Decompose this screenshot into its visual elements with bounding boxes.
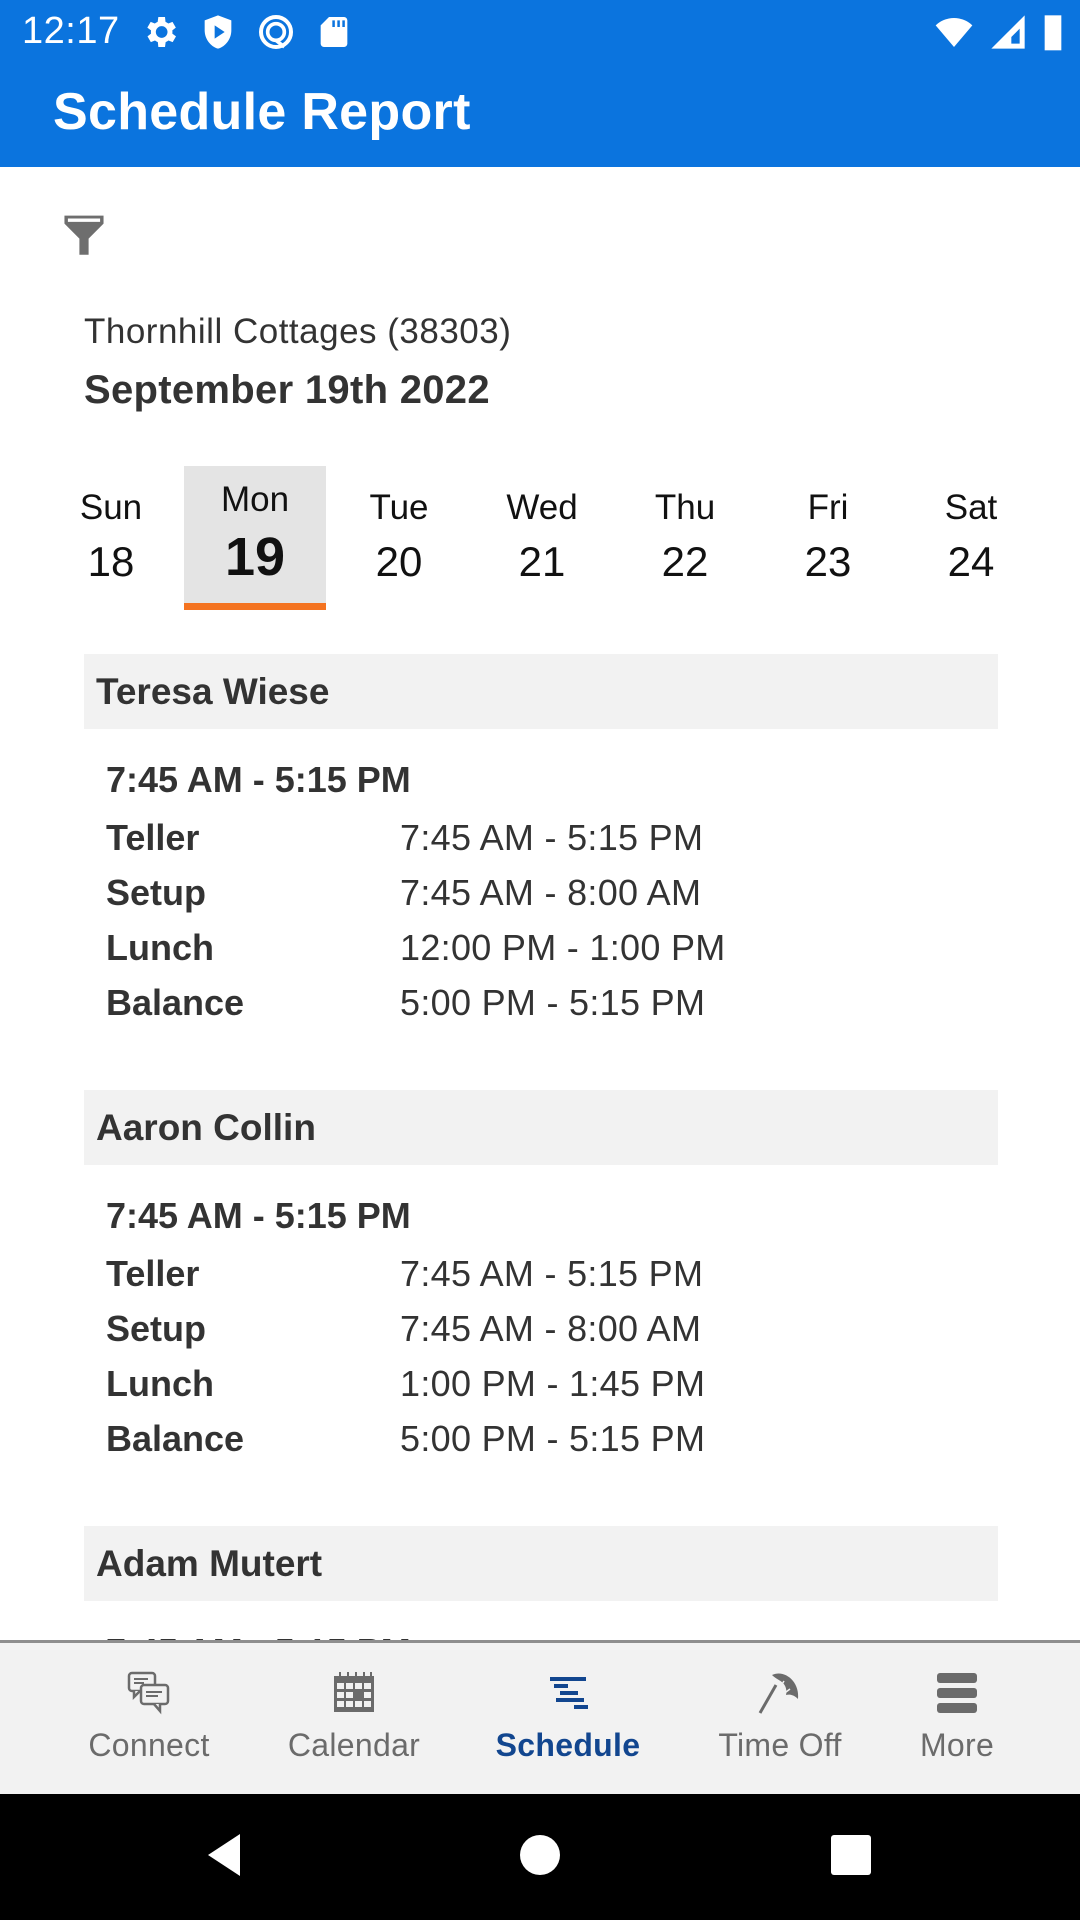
task-name: Lunch (106, 1363, 214, 1404)
week-day-picker: Sun 18 Mon 19 Tue 20 Wed 21 Thu 22 Fri 2… (40, 466, 1060, 610)
nav-more[interactable]: More (890, 1643, 1024, 1797)
task-name: Setup (106, 1308, 207, 1349)
nav-label: More (919, 1727, 995, 1763)
task-row: Teller 7:45 AM - 5:15 PM (106, 1246, 1080, 1301)
day-number: 24 (947, 538, 995, 585)
status-time: 12:17 (22, 10, 120, 52)
day-wed[interactable]: Wed 21 (471, 466, 613, 610)
task-row: Setup 7:45 AM - 8:00 AM (106, 1301, 1080, 1356)
filter-icon (61, 211, 107, 262)
day-sun[interactable]: Sun 18 (40, 466, 182, 610)
task-name: Teller (106, 817, 200, 858)
schedule-list[interactable]: Teresa Wiese 7:45 AM - 5:15 PM Teller 7:… (0, 654, 1080, 1640)
task-row: Lunch 12:00 PM - 1:00 PM (106, 920, 1080, 975)
nav-label: Schedule (495, 1727, 641, 1763)
recents-button[interactable] (826, 1830, 876, 1880)
day-fri[interactable]: Fri 23 (757, 466, 899, 610)
bottom-navigation: Connect Calendar Schedule Time Off More (0, 1640, 1080, 1794)
day-thu[interactable]: Thu 22 (614, 466, 756, 610)
nav-calendar[interactable]: Calendar (256, 1643, 452, 1797)
employee-schedule: Aaron Collin 7:45 AM - 5:15 PM Teller 7:… (0, 1090, 1080, 1526)
task-name: Balance (106, 1418, 245, 1459)
day-number: 19 (224, 527, 286, 587)
task-name: Lunch (106, 927, 214, 968)
page-title: Schedule Report (53, 83, 471, 141)
task-row: Teller 7:45 AM - 5:15 PM (106, 810, 1080, 865)
day-tue[interactable]: Tue 20 (328, 466, 470, 610)
home-circle-icon (515, 1835, 565, 1884)
schedule-bars-icon (544, 1669, 592, 1717)
task-row: Balance 5:00 PM - 5:15 PM (106, 975, 1080, 1030)
task-time: 7:45 AM - 5:15 PM (400, 817, 704, 858)
shift-time: 7:45 AM - 5:15 PM (106, 759, 411, 800)
employee-schedule: Teresa Wiese 7:45 AM - 5:15 PM Teller 7:… (0, 654, 1080, 1090)
day-number: 22 (661, 538, 709, 585)
day-number: 18 (87, 538, 135, 585)
task-time: 7:45 AM - 5:15 PM (400, 1253, 704, 1294)
day-name: Fri (807, 488, 849, 527)
task-row: Balance 5:00 PM - 5:15 PM (106, 1411, 1080, 1466)
task-time: 5:00 PM - 5:15 PM (400, 982, 706, 1023)
umbrella-icon (756, 1669, 804, 1717)
day-number: 23 (804, 538, 852, 585)
day-sat[interactable]: Sat 24 (900, 466, 1042, 610)
day-name: Thu (654, 488, 716, 527)
app-bar: 12:17 Schedule Report (0, 0, 1080, 167)
task-time: 12:00 PM - 1:00 PM (400, 927, 726, 968)
day-name: Mon (220, 480, 290, 519)
day-name: Wed (506, 488, 578, 527)
chat-bubbles-icon (125, 1669, 173, 1717)
task-time: 7:45 AM - 8:00 AM (400, 872, 702, 913)
task-name: Teller (106, 1253, 200, 1294)
back-triangle-icon (200, 1834, 250, 1884)
home-button[interactable] (515, 1830, 565, 1880)
employee-name: Aaron Collin (84, 1090, 998, 1165)
system-navigation-bar (0, 1794, 1080, 1920)
nav-connect[interactable]: Connect (42, 1643, 256, 1797)
calendar-icon (330, 1669, 378, 1717)
task-name: Balance (106, 982, 245, 1023)
day-name: Sun (79, 488, 143, 527)
day-name: Sat (944, 488, 998, 527)
employee-schedule: Adam Mutert 7:45 AM - 5:15 PM (0, 1526, 1080, 1640)
task-time: 5:00 PM - 5:15 PM (400, 1418, 706, 1459)
shift-time: 7:45 AM - 5:15 PM (106, 1195, 411, 1236)
back-button[interactable] (200, 1830, 250, 1880)
sd-card-icon (314, 12, 354, 52)
gear-icon (140, 12, 180, 52)
task-time: 1:00 PM - 1:45 PM (400, 1363, 706, 1404)
menu-icon (933, 1669, 981, 1717)
recents-square-icon (826, 1835, 876, 1884)
day-mon-selected[interactable]: Mon 19 (184, 466, 326, 610)
nav-label: Connect (88, 1727, 210, 1763)
nav-label: Time Off (718, 1727, 842, 1763)
task-row: Lunch 1:00 PM - 1:45 PM (106, 1356, 1080, 1411)
day-name: Tue (369, 488, 429, 527)
nav-schedule[interactable]: Schedule (472, 1643, 664, 1797)
task-time: 7:45 AM - 8:00 AM (400, 1308, 702, 1349)
shield-play-icon (198, 12, 238, 52)
nav-time-off[interactable]: Time Off (690, 1643, 870, 1797)
employee-name: Adam Mutert (84, 1526, 998, 1601)
wifi-icon (934, 12, 974, 52)
employee-name: Teresa Wiese (84, 654, 998, 729)
battery-icon (1042, 12, 1064, 52)
day-number: 20 (375, 538, 423, 585)
task-row: Setup 7:45 AM - 8:00 AM (106, 865, 1080, 920)
location-label: Thornhill Cottages (38303) (84, 312, 512, 351)
nav-label: Calendar (287, 1727, 421, 1763)
filter-button[interactable] (58, 210, 110, 262)
status-bar: 12:17 (0, 0, 1080, 64)
cellular-signal-icon (988, 12, 1028, 52)
selected-date-title: September 19th 2022 (84, 368, 490, 412)
day-number: 21 (518, 538, 566, 585)
at-sign-icon (256, 12, 296, 52)
shift-time: 7:45 AM - 5:15 PM (106, 1627, 1080, 1640)
task-name: Setup (106, 872, 207, 913)
